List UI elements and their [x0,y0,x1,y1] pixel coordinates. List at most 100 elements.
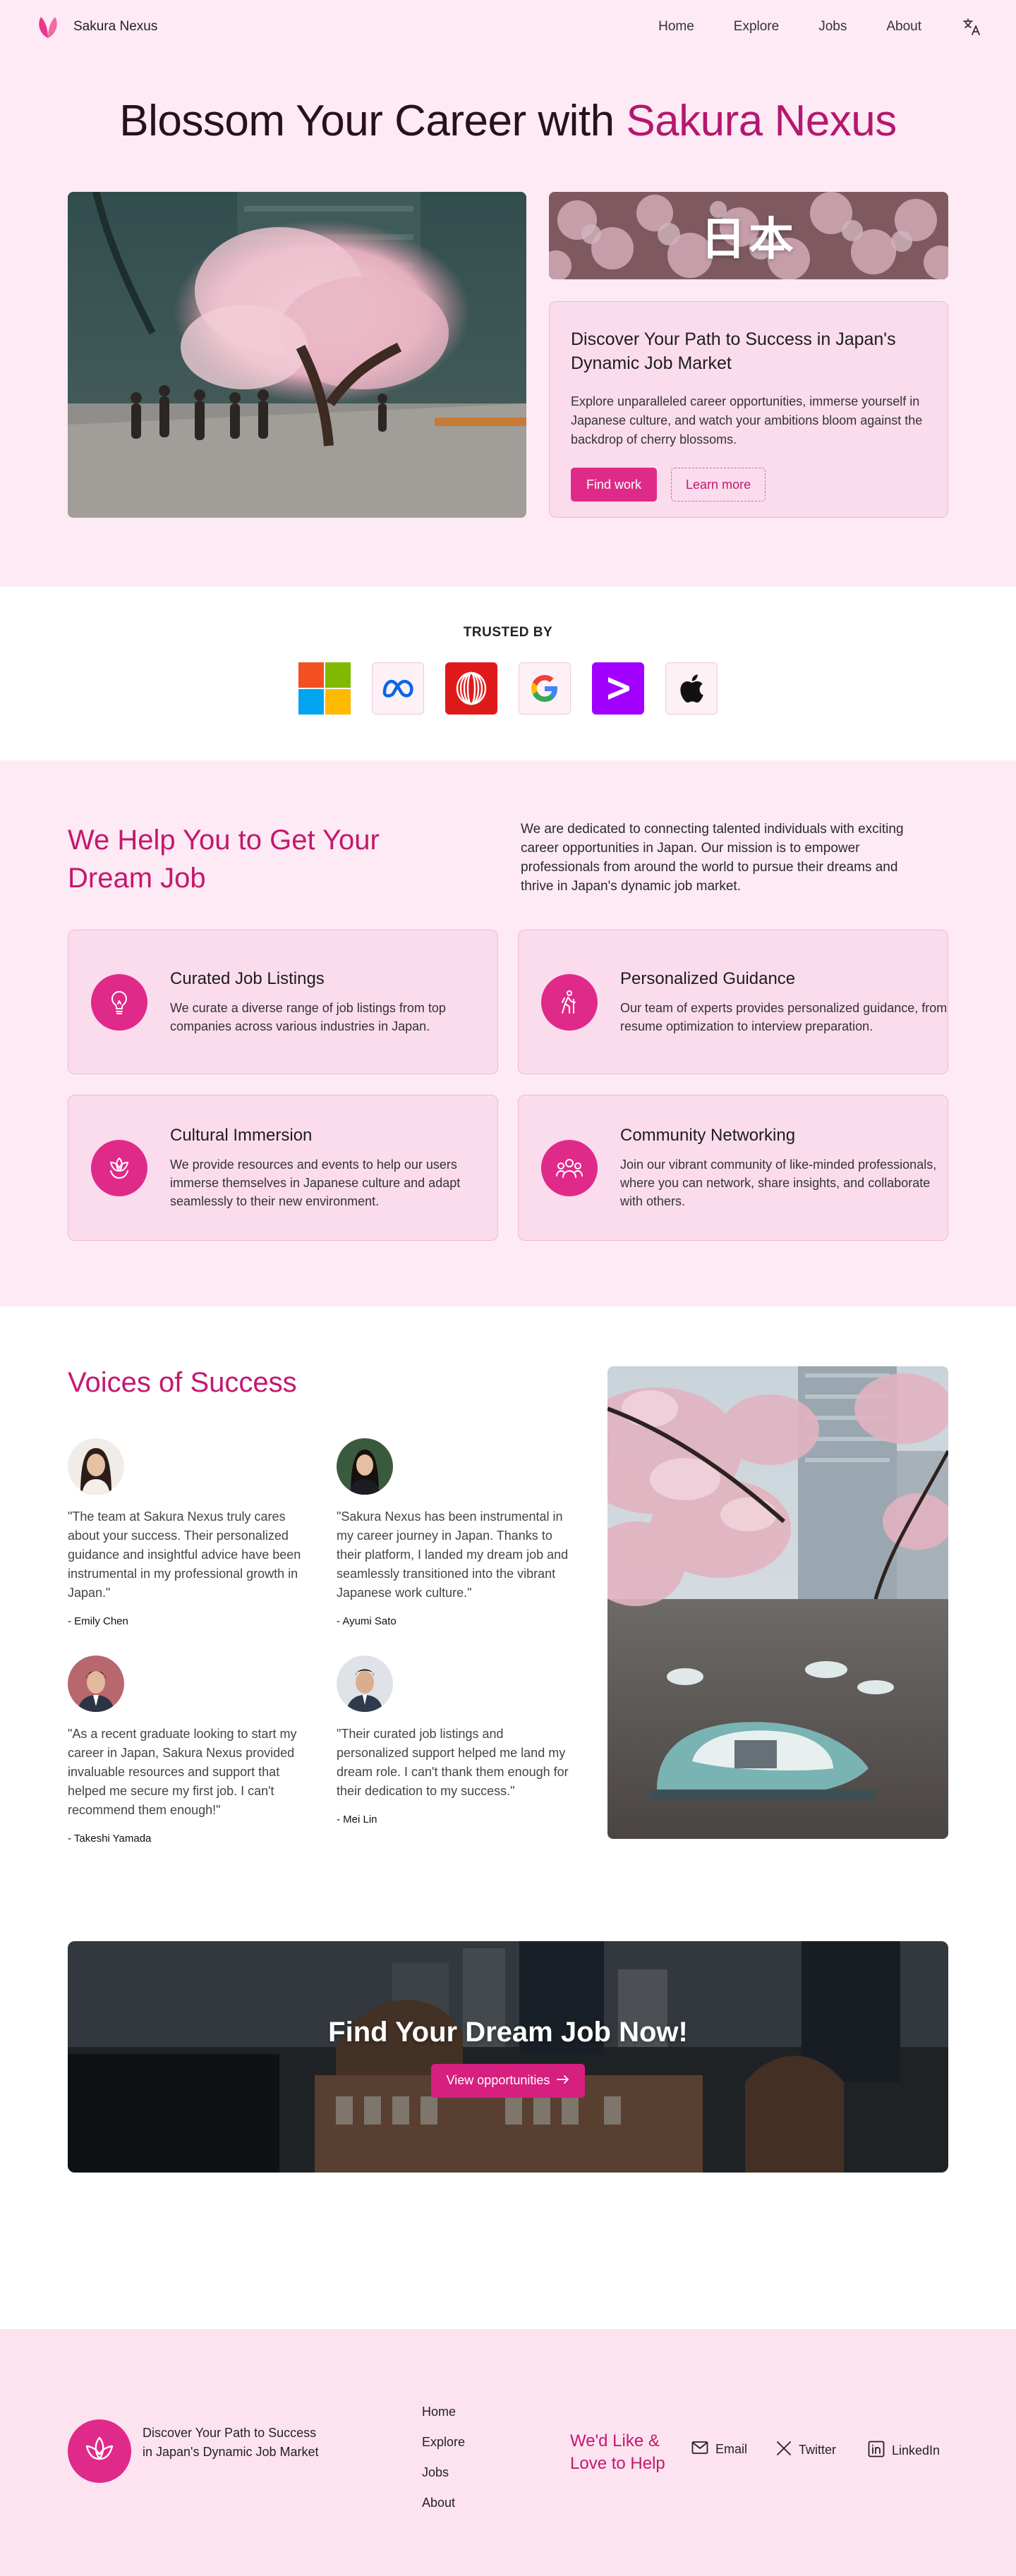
services-intro: We are dedicated to connecting talented … [521,822,904,894]
feature-description: We curate a diverse range of job listing… [170,1000,446,1033]
hero-title-accent: Sakura Nexus [626,97,897,145]
google-logo [519,662,571,715]
footer-tagline: Discover Your Path to Success in Japan's… [143,2426,319,2459]
hero-card-text: Explore unparalleled career opportunitie… [571,394,923,446]
testimonial-card: "The team at Sakura Nexus truly cares ab… [68,1438,305,1627]
feature-title: Cultural Immersion [170,1125,313,1145]
feature-card-curated-listings[interactable]: Curated Job Listings We curate a diverse… [68,930,498,1074]
footer-link-home[interactable]: Home [422,2397,465,2427]
contact-title: We'd Like & Love to Help [570,2431,665,2473]
testimonial-author: - Takeshi Yamada [68,1833,152,1845]
avatar [68,1655,124,1712]
testimonial-quote: "As a recent graduate looking to start m… [68,1727,297,1817]
linkedin-icon [868,2441,885,2461]
hero-info-card: Discover Your Path to Success in Japan's… [549,301,948,518]
brand-name: Sakura Nexus [73,19,158,34]
sakura-petal-icon [32,11,64,42]
feature-title: Community Networking [620,1125,796,1145]
services-title: We Help You to Get Your Dream Job [68,825,380,894]
arrow-right-icon [557,2073,569,2088]
feature-text: Community Networking Join our vibrant co… [620,1126,948,1210]
people-icon [541,1139,598,1196]
feature-text: Cultural Immersion We provide resources … [170,1126,497,1210]
feature-title: Personalized Guidance [620,968,796,988]
twitter-link[interactable]: Twitter [776,2441,836,2460]
testimonials-title: Voices of Success [68,1367,297,1398]
avatar [337,1655,393,1712]
feature-card-personalized-guidance[interactable]: Personalized Guidance Our team of expert… [518,930,948,1074]
testimonial-author: - Emily Chen [68,1615,128,1627]
testimonial-quote: "The team at Sakura Nexus truly cares ab… [68,1509,301,1600]
nav-links: Home Explore Jobs About [658,16,984,38]
footer-link-about[interactable]: About [422,2488,465,2518]
hero-button-row: Find work Learn more [571,468,926,502]
kanji-banner: 日本 [549,192,948,279]
footer-link-explore[interactable]: Explore [422,2427,465,2457]
email-label: Email [715,2442,748,2456]
testimonial-author: - Mei Lin [337,1813,377,1825]
cta-banner: Find Your Dream Job Now! View opportunit… [68,1941,948,2173]
hero-section: Sakura Nexus Home Explore Jobs About Blo… [0,0,1016,587]
testimonial-quote: "Sakura Nexus has been instrumental in m… [337,1509,569,1600]
find-work-button[interactable]: Find work [571,468,658,502]
microsoft-logo [298,662,351,715]
nav-link-explore[interactable]: Explore [734,19,779,35]
linkedin-label: LinkedIn [892,2443,941,2457]
hero-cherry-blossom-photo [68,192,526,518]
cta-content: Find Your Dream Job Now! View opportunit… [68,1941,948,2173]
avatar [68,1438,124,1495]
hero-card-title: Discover Your Path to Success in Japan's… [571,329,896,373]
hero-grid: 日本 Discover Your Path to Success in Japa… [68,192,948,518]
hero-title: Blossom Your Career with Sakura Nexus [0,96,1016,146]
translate-icon[interactable] [961,16,984,38]
swan-boat-photo [607,1366,948,1839]
hiker-icon [541,973,598,1031]
trusted-heading: TRUSTED BY [463,625,553,640]
trusted-by-section: TRUSTED BY [0,587,1016,760]
cta-section: Find Your Dream Job Now! View opportunit… [0,1941,1016,2329]
linkedin-link[interactable]: LinkedIn [868,2441,940,2461]
twitter-label: Twitter [799,2443,837,2457]
hero-title-main: Blossom Your Career with [119,97,627,145]
feature-text: Curated Job Listings We curate a diverse… [170,969,497,1035]
accenture-logo [592,662,644,715]
top-navigation: Sakura Nexus Home Explore Jobs About [0,0,1016,54]
footer-link-jobs[interactable]: Jobs [422,2457,465,2488]
x-icon [776,2441,792,2460]
nav-link-jobs[interactable]: Jobs [818,19,847,35]
lotus-logo-icon [68,2419,131,2483]
brand[interactable]: Sakura Nexus [32,11,157,42]
footer-links: Home Explore Jobs About [422,2397,465,2518]
testimonial-author: - Ayumi Sato [337,1615,397,1627]
footer: Discover Your Path to Success in Japan's… [0,2329,1016,2576]
services-section: We Help You to Get Your Dream Job We are… [0,760,1016,1306]
partner-logo-row [0,662,1016,715]
cta-title: Find Your Dream Job Now! [328,2016,688,2048]
feature-description: We provide resources and events to help … [170,1157,461,1208]
lotus-icon [91,1139,147,1196]
nav-link-about[interactable]: About [886,19,921,35]
oracle-rings-logo [445,662,497,715]
testimonials-section: Voices of Success "The team at Sakura Ne… [0,1306,1016,1941]
view-opportunities-label: View opportunities [446,2073,550,2087]
email-link[interactable]: Email [691,2441,747,2458]
feature-card-cultural-immersion[interactable]: Cultural Immersion We provide resources … [68,1095,498,1241]
apple-logo [665,662,718,715]
feature-description: Our team of experts provides personalize… [620,1000,948,1033]
nav-link-home[interactable]: Home [658,19,694,35]
testimonial-quote: "Their curated job listings and personal… [337,1727,569,1798]
testimonial-card: "As a recent graduate looking to start m… [68,1655,305,1845]
testimonial-card: "Their curated job listings and personal… [337,1655,574,1825]
lightbulb-icon [91,973,147,1031]
mail-icon [691,2441,708,2458]
learn-more-button[interactable]: Learn more [671,468,766,502]
feature-card-community-networking[interactable]: Community Networking Join our vibrant co… [518,1095,948,1241]
testimonial-card: "Sakura Nexus has been instrumental in m… [337,1438,574,1627]
kanji-text: 日本 [701,214,797,266]
feature-text: Personalized Guidance Our team of expert… [620,969,948,1035]
meta-logo [372,662,424,715]
avatar [337,1438,393,1495]
feature-description: Join our vibrant community of like-minde… [620,1157,937,1208]
feature-title: Curated Job Listings [170,968,325,988]
view-opportunities-button[interactable]: View opportunities [430,2063,586,2098]
